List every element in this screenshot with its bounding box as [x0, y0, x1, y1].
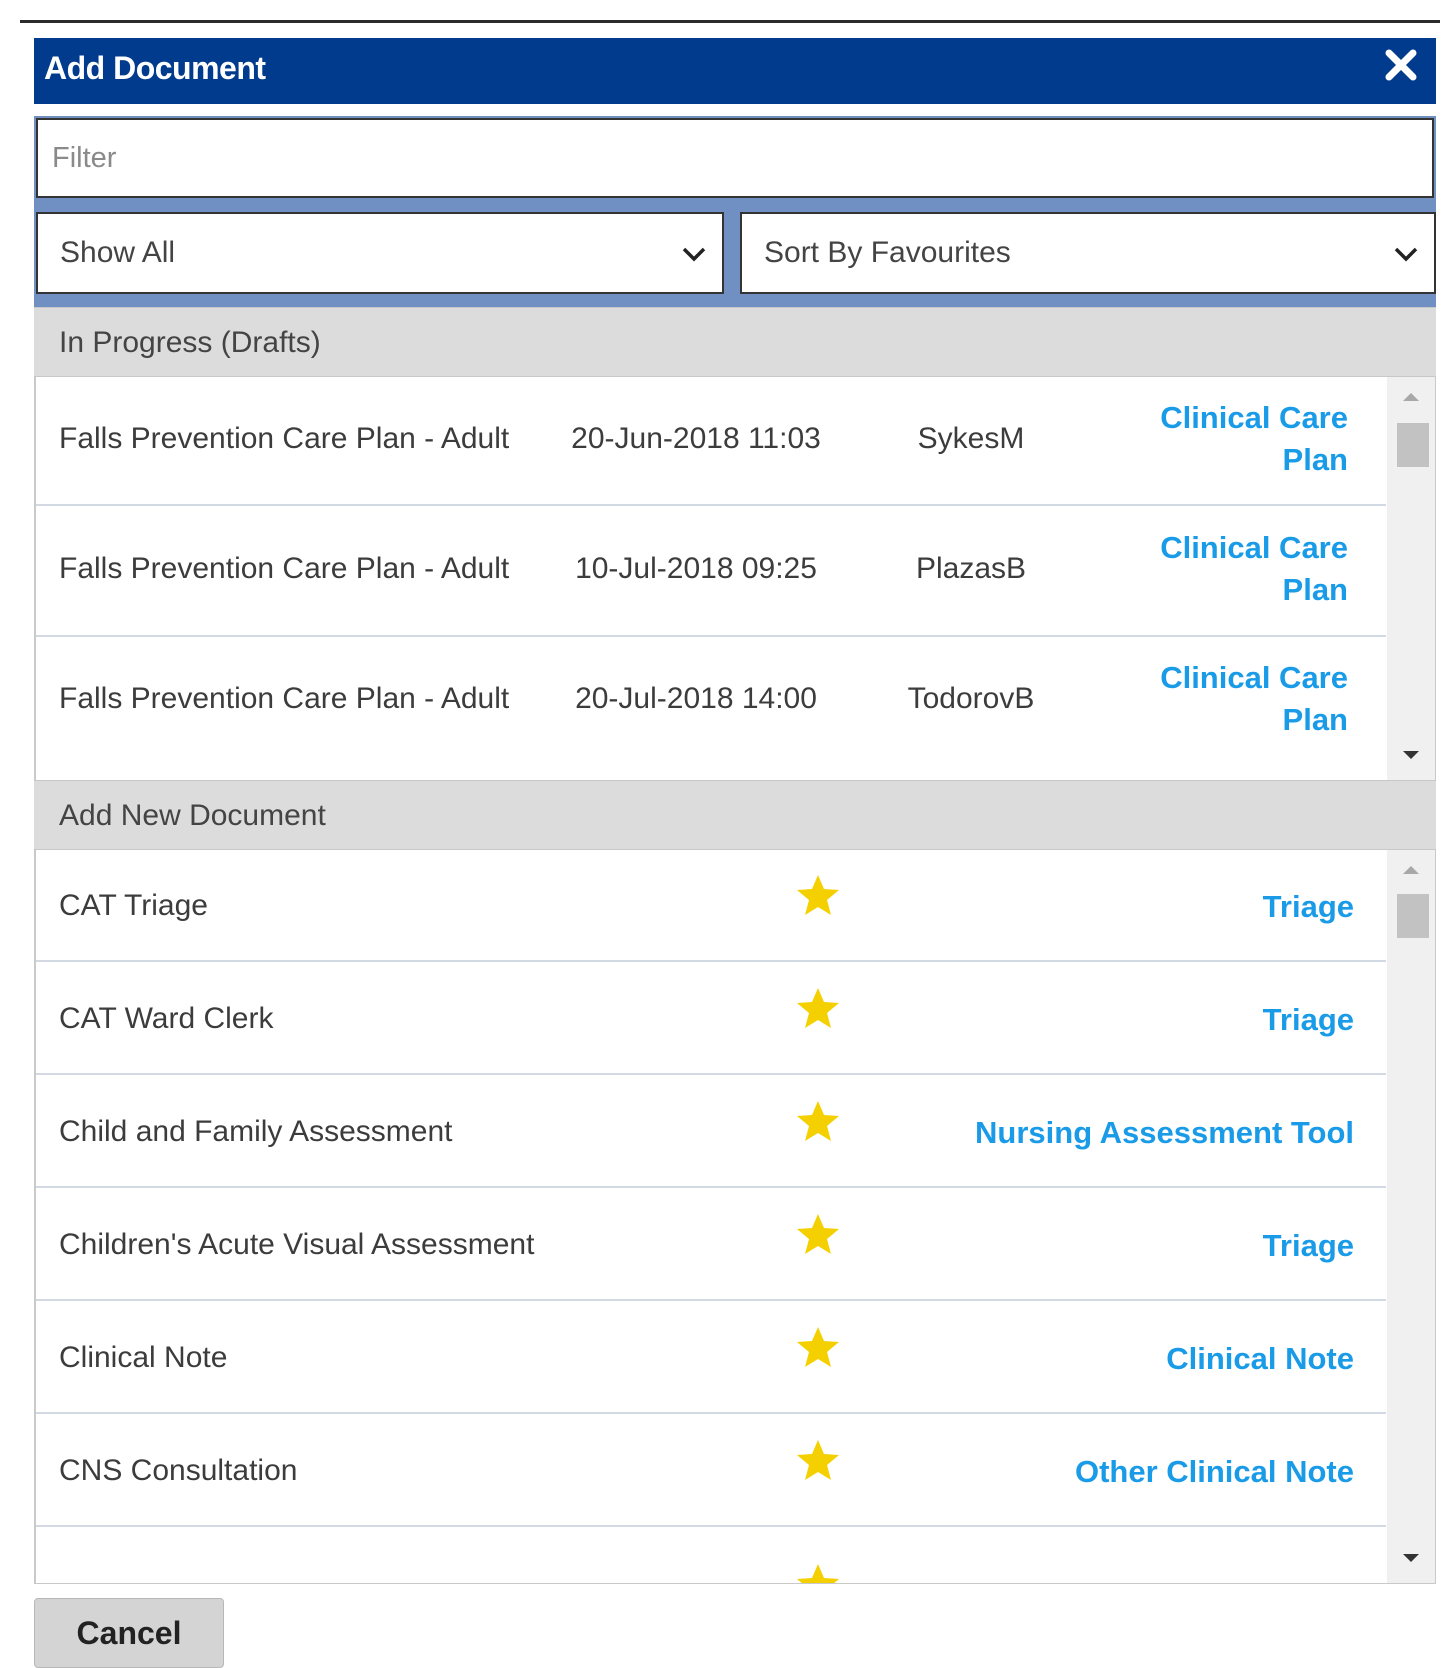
close-icon[interactable] [1378, 42, 1424, 88]
document-row[interactable]: Clinical Note Clinical Note [36, 1301, 1386, 1414]
document-category-link[interactable]: Clinical Note [1166, 1341, 1354, 1377]
draft-category-line1: Clinical Care [1160, 660, 1348, 695]
scrollbar-thumb[interactable] [1397, 423, 1429, 467]
draft-name: Falls Prevention Care Plan - Adult [59, 422, 510, 455]
cancel-button[interactable]: Cancel [34, 1598, 224, 1668]
document-category-link[interactable]: Triage [1263, 1002, 1354, 1038]
scroll-up-icon[interactable] [1387, 854, 1435, 888]
document-row[interactable]: Child and Family Assessment Nursing Asses… [36, 1075, 1386, 1188]
document-name: Children's Acute Visual Assessment [59, 1227, 535, 1261]
filter-input[interactable] [36, 118, 1434, 198]
document-name: Child and Family Assessment [59, 1114, 453, 1148]
draft-category-line1: Clinical Care [1160, 400, 1348, 435]
draft-category-link[interactable]: Clinical Care Plan [1160, 397, 1348, 481]
drafts-section-title: In Progress (Drafts) [59, 326, 321, 359]
document-category-link[interactable]: Triage [1263, 889, 1354, 925]
document-category-link[interactable]: Triage [1263, 1228, 1354, 1264]
drafts-section-header: In Progress (Drafts) [34, 307, 1436, 377]
draft-row[interactable]: Falls Prevention Care Plan - Adult 10-Ju… [36, 506, 1386, 637]
draft-user: SykesM [917, 422, 1025, 455]
favourite-star-icon[interactable] [794, 1561, 842, 1584]
draft-user: TodorovB [907, 682, 1035, 715]
document-category-link[interactable]: Nursing Assessment Tool [975, 1115, 1354, 1151]
show-select[interactable]: Show All [36, 212, 724, 294]
dialog-titlebar: Add Document [34, 38, 1436, 104]
document-row[interactable] [36, 1527, 1386, 1584]
draft-category-line2: Plan [1282, 702, 1348, 737]
draft-row[interactable]: Falls Prevention Care Plan - Adult 20-Ju… [36, 377, 1386, 506]
favourite-star-icon[interactable] [794, 1437, 842, 1485]
scroll-down-icon[interactable] [1387, 737, 1435, 771]
draft-category-link[interactable]: Clinical Care Plan [1160, 657, 1348, 741]
add-document-dialog: Add Document Show All Sort By Favourites… [34, 38, 1436, 1668]
draft-category-line1: Clinical Care [1160, 530, 1348, 565]
draft-name: Falls Prevention Care Plan - Adult [59, 682, 510, 715]
sort-select-value: Sort By Favourites [764, 236, 1011, 269]
document-row[interactable]: CAT Ward Clerk Triage [36, 962, 1386, 1075]
document-name: CNS Consultation [59, 1453, 298, 1487]
document-category-link[interactable]: Other Clinical Note [1075, 1454, 1354, 1490]
draft-row[interactable]: Falls Prevention Care Plan - Adult 20-Ju… [36, 637, 1386, 780]
draft-date: 20-Jun-2018 11:03 [571, 422, 821, 455]
document-name: CAT Triage [59, 889, 208, 922]
chevron-down-icon [682, 247, 706, 262]
scroll-up-icon[interactable] [1387, 381, 1435, 415]
new-docs-section-header: Add New Document [34, 780, 1436, 850]
favourite-star-icon[interactable] [794, 872, 842, 920]
draft-name: Falls Prevention Care Plan - Adult [59, 552, 510, 585]
sort-select[interactable]: Sort By Favourites [740, 212, 1436, 294]
new-docs-scrollbar[interactable] [1387, 850, 1435, 1583]
new-docs-section-title: Add New Document [59, 799, 326, 832]
document-row[interactable]: Children's Acute Visual Assessment Triage [36, 1188, 1386, 1301]
drafts-list: Falls Prevention Care Plan - Adult 20-Ju… [34, 377, 1436, 780]
favourite-star-icon[interactable] [794, 985, 842, 1033]
top-divider [20, 20, 1440, 23]
draft-user: PlazasB [915, 552, 1027, 585]
document-row[interactable]: CNS Consultation Other Clinical Note [36, 1414, 1386, 1527]
document-row[interactable]: CAT Triage Triage [36, 850, 1386, 962]
document-name: CAT Ward Clerk [59, 1001, 274, 1035]
chevron-down-icon [1394, 247, 1418, 262]
favourite-star-icon[interactable] [794, 1098, 842, 1146]
document-name: Clinical Note [59, 1340, 228, 1374]
draft-category-line2: Plan [1282, 572, 1348, 607]
new-docs-list: CAT Triage Triage CAT Ward Clerk Triage Chil… [34, 850, 1436, 1584]
draft-date: 20-Jul-2018 14:00 [575, 682, 817, 715]
draft-category-line2: Plan [1282, 442, 1348, 477]
favourite-star-icon[interactable] [794, 1211, 842, 1259]
scrollbar-thumb[interactable] [1397, 894, 1429, 938]
dialog-title: Add Document [44, 50, 266, 86]
favourite-star-icon[interactable] [794, 1324, 842, 1372]
drafts-scrollbar[interactable] [1387, 377, 1435, 780]
draft-category-link[interactable]: Clinical Care Plan [1160, 527, 1348, 611]
scroll-down-icon[interactable] [1387, 1540, 1435, 1574]
show-select-value: Show All [60, 236, 176, 269]
draft-date: 10-Jul-2018 09:25 [575, 552, 817, 585]
